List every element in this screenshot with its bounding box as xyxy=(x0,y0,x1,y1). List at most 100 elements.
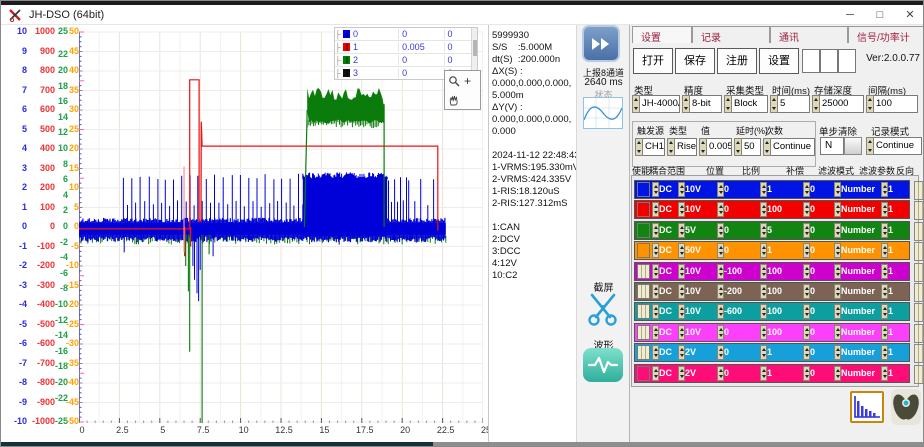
spinner-icon[interactable] xyxy=(866,95,874,113)
spinner-icon[interactable] xyxy=(678,202,685,217)
channel-comp[interactable]: 0 xyxy=(810,181,832,198)
spinner-icon[interactable] xyxy=(678,366,685,381)
channel-range[interactable]: 5V xyxy=(685,222,711,239)
spinner-icon[interactable] xyxy=(734,138,742,156)
channel-range[interactable]: 50V xyxy=(685,242,711,259)
spinner-icon[interactable] xyxy=(652,345,659,360)
panel-button-3[interactable]: 注册 xyxy=(717,48,757,74)
channel-filter[interactable]: Number xyxy=(841,303,879,320)
channel-coupling[interactable]: DC xyxy=(659,365,676,382)
spinner-icon[interactable] xyxy=(760,345,767,360)
tab-4[interactable]: 信号/功率计 xyxy=(848,26,924,43)
panel-button-2[interactable]: 保存 xyxy=(675,48,715,74)
spinner-icon[interactable] xyxy=(803,325,810,340)
channel-position[interactable]: 0 xyxy=(724,344,754,361)
channel-enable-toggle[interactable] xyxy=(637,284,650,299)
channel-comp[interactable]: 0 xyxy=(810,263,832,280)
spinner-icon[interactable] xyxy=(678,243,685,258)
spinner-icon[interactable] xyxy=(635,138,643,156)
channel-param[interactable]: 1 xyxy=(888,365,906,382)
channel-comp[interactable]: 0 xyxy=(810,201,832,218)
channel-invert-toggle[interactable] xyxy=(914,283,924,302)
spinner-icon[interactable] xyxy=(760,202,767,217)
channel-filter[interactable]: Number xyxy=(841,242,879,259)
panel-button-1[interactable]: 打开 xyxy=(633,48,673,74)
spinner-icon[interactable] xyxy=(881,366,888,381)
spinner-icon[interactable] xyxy=(760,325,767,340)
bottom-scrollbar[interactable] xyxy=(1,442,924,447)
channel-comp[interactable]: 0 xyxy=(810,303,832,320)
channel-param[interactable]: 1 xyxy=(888,201,906,218)
spinner-icon[interactable] xyxy=(678,345,685,360)
legend-row[interactable]: ├10.0050 xyxy=(335,41,472,54)
channel-invert-toggle[interactable] xyxy=(914,344,924,363)
channel-row[interactable]: DC50V010Number1 xyxy=(634,241,910,260)
spinner-icon[interactable] xyxy=(717,182,724,197)
spinner-icon[interactable] xyxy=(881,284,888,299)
channel-range[interactable]: 10V xyxy=(685,201,711,218)
spinner-icon[interactable] xyxy=(652,304,659,319)
channel-enable-toggle[interactable] xyxy=(637,366,650,381)
channel-position[interactable]: -100 xyxy=(724,263,754,280)
field-input[interactable]: JH-4000A xyxy=(632,95,680,113)
spinner-icon[interactable] xyxy=(866,137,874,155)
channel-row[interactable]: DC10V-2001000Number1 xyxy=(634,282,910,301)
spinner-icon[interactable] xyxy=(717,304,724,319)
spinner-icon[interactable] xyxy=(632,95,640,113)
channel-scale[interactable]: 100 xyxy=(767,201,797,218)
channel-invert-toggle[interactable] xyxy=(914,201,924,220)
channel-scale[interactable]: 1 xyxy=(767,344,797,361)
channel-comp[interactable]: 0 xyxy=(810,344,832,361)
panel-button-4[interactable]: 设置 xyxy=(759,48,799,74)
spinner-icon[interactable] xyxy=(834,284,841,299)
record-mode-field[interactable]: Continue xyxy=(866,137,922,155)
channel-param[interactable]: 1 xyxy=(888,344,906,361)
spinner-icon[interactable] xyxy=(717,345,724,360)
spinner-icon[interactable] xyxy=(834,264,841,279)
channel-row[interactable]: DC10V01000Number1 xyxy=(634,200,910,219)
channel-range[interactable]: 2V xyxy=(685,344,711,361)
trigger-input[interactable]: Continue xyxy=(763,138,815,156)
tab-3[interactable]: 通讯 xyxy=(770,26,848,43)
tab-1[interactable]: 设置 xyxy=(632,26,692,43)
channel-row[interactable]: DC10V-1001000Number1 xyxy=(634,262,910,281)
channel-filter[interactable]: Number xyxy=(841,201,879,218)
spinner-icon[interactable] xyxy=(717,264,724,279)
run-fast-forward-button[interactable] xyxy=(582,25,620,62)
channel-filter[interactable]: Number xyxy=(841,283,879,300)
channel-coupling[interactable]: DC xyxy=(659,263,676,280)
spinner-icon[interactable] xyxy=(760,284,767,299)
channel-param[interactable]: 1 xyxy=(888,324,906,341)
channel-comp[interactable]: 0 xyxy=(810,242,832,259)
channel-comp[interactable]: 0 xyxy=(810,365,832,382)
spinner-icon[interactable] xyxy=(760,182,767,197)
channel-scale[interactable]: 100 xyxy=(767,303,797,320)
channel-enable-toggle[interactable] xyxy=(637,202,650,217)
channel-filter[interactable]: Number xyxy=(841,263,879,280)
legend-row[interactable]: ├200 xyxy=(335,54,472,67)
channel-invert-toggle[interactable] xyxy=(914,222,924,241)
channel-invert-toggle[interactable] xyxy=(914,181,924,200)
channel-comp[interactable]: 0 xyxy=(810,222,832,239)
spinner-icon[interactable] xyxy=(652,182,659,197)
channel-filter[interactable]: Number xyxy=(841,344,879,361)
channel-position[interactable]: 0 xyxy=(724,242,754,259)
spinner-icon[interactable] xyxy=(652,243,659,258)
spinner-icon[interactable] xyxy=(717,202,724,217)
spinner-icon[interactable] xyxy=(834,243,841,258)
spinner-icon[interactable] xyxy=(652,223,659,238)
channel-filter[interactable]: Number xyxy=(841,365,879,382)
channel-position[interactable]: 0 xyxy=(724,324,754,341)
spinner-icon[interactable] xyxy=(667,138,675,156)
spinner-icon[interactable] xyxy=(724,95,732,113)
spinner-icon[interactable] xyxy=(803,304,810,319)
spinner-icon[interactable] xyxy=(652,325,659,340)
spinner-icon[interactable] xyxy=(834,325,841,340)
channel-param[interactable]: 1 xyxy=(888,242,906,259)
spinner-icon[interactable] xyxy=(678,325,685,340)
spinner-icon[interactable] xyxy=(881,325,888,340)
spinner-icon[interactable] xyxy=(717,284,724,299)
channel-range[interactable]: 10V xyxy=(685,324,711,341)
spinner-icon[interactable] xyxy=(652,202,659,217)
spinner-icon[interactable] xyxy=(760,304,767,319)
